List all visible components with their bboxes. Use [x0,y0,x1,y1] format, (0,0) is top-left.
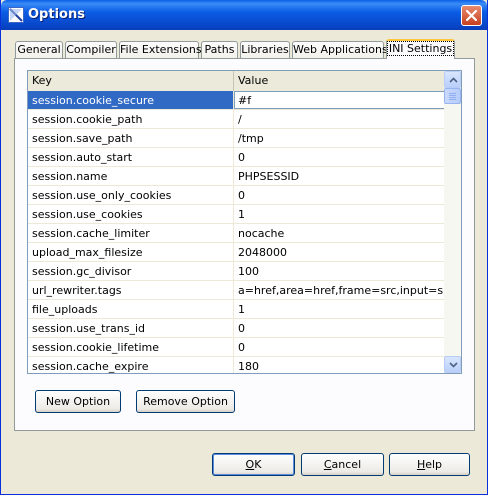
setting-key-cell[interactable]: session.name [28,167,234,185]
scroll-up-button[interactable] [444,71,461,88]
setting-value-cell[interactable]: 0 [234,148,445,166]
table-row[interactable]: session.cookie_lifetime 0 [28,338,445,357]
setting-key-cell[interactable]: session.cache_expire [28,357,234,373]
setting-value-cell[interactable]: 1 [234,300,445,318]
table-row[interactable]: session.cache_expire 180 [28,357,445,373]
scroll-thumb[interactable] [444,88,461,104]
table-header: Key Value [28,71,445,92]
table-row[interactable]: session.use_trans_id 0 [28,319,445,338]
help-button[interactable]: Help [389,453,470,476]
setting-key-cell[interactable]: session.use_trans_id [28,319,234,337]
tab-compiler[interactable]: Compiler [65,41,117,58]
setting-key-cell[interactable]: session.cache_limiter [28,224,234,242]
tab-file-extensions[interactable]: File Extensions [119,41,202,58]
tab-label: Web Applications [293,43,388,56]
setting-key-cell[interactable]: file_uploads [28,300,234,318]
setting-key-cell[interactable]: session.use_cookies [28,205,234,223]
tab-label: Libraries [241,43,289,56]
setting-value-cell[interactable]: nocache [234,224,445,242]
table-row[interactable]: file_uploads 1 [28,300,445,319]
new-option-button[interactable]: New Option [35,390,121,413]
table-body: session.cookie_secure #f session.cookie_pa… [28,91,445,373]
setting-value-cell[interactable]: 2048000 [234,243,445,261]
table-row[interactable]: session.name PHPSESSID [28,167,445,186]
window-title: Options [28,7,85,22]
options-dialog: Options General Compiler File Extensions… [0,0,488,495]
ok-button[interactable]: OK [212,453,295,476]
table-row[interactable]: session.cookie_secure #f [28,91,445,110]
tab-web-applications[interactable]: Web Applications [292,41,388,58]
tab-label: INI Settings [386,41,455,56]
setting-key-cell[interactable]: session.auto_start [28,148,234,166]
setting-value-cell[interactable]: a=href,area=href,frame=src,input=src,for… [234,281,445,299]
title-bar[interactable]: Options [1,0,487,30]
setting-key-cell[interactable]: session.cookie_lifetime [28,338,234,356]
tab-label: File Extensions [120,43,202,56]
close-button[interactable] [461,5,482,26]
table-row[interactable]: session.use_cookies 1 [28,205,445,224]
setting-value-cell[interactable]: /tmp [234,129,445,147]
setting-key-cell[interactable]: upload_max_filesize [28,243,234,261]
setting-value-cell[interactable]: / [234,110,445,128]
setting-value-cell[interactable]: PHPSESSID [234,167,445,185]
tab-label: General [17,43,61,56]
cancel-label: ancel [331,458,362,471]
setting-key-cell[interactable]: session.use_only_cookies [28,186,234,204]
scroll-down-button[interactable] [444,356,461,373]
setting-key-cell[interactable]: session.gc_divisor [28,262,234,280]
tab-ini-settings[interactable]: INI Settings [386,39,455,59]
setting-value-cell[interactable]: 0 [234,338,445,356]
column-header-key[interactable]: Key [28,71,234,91]
setting-value-cell[interactable]: #f [234,91,445,109]
table-row[interactable]: session.cookie_path / [28,110,445,129]
vertical-scrollbar[interactable] [444,71,461,373]
chevron-down-icon [449,362,458,368]
setting-key-cell[interactable]: session.save_path [28,129,234,147]
remove-option-button[interactable]: Remove Option [136,390,235,413]
tab-general[interactable]: General [15,41,63,58]
table-row[interactable]: url_rewriter.tags a=href,area=href,frame=… [28,281,445,300]
setting-value-cell[interactable]: 100 [234,262,445,280]
close-icon [466,10,477,21]
table-row[interactable]: session.cache_limiter nocache [28,224,445,243]
tab-libraries[interactable]: Libraries [240,41,290,58]
table-row[interactable]: session.use_only_cookies 0 [28,186,445,205]
setting-key-cell[interactable]: session.cookie_path [28,110,234,128]
table-row[interactable]: session.gc_divisor 100 [28,262,445,281]
app-icon [8,7,24,23]
ok-mnemonic: O [245,458,255,471]
column-header-value[interactable]: Value [234,71,445,91]
tab-paths[interactable]: Paths [201,41,238,58]
table-row[interactable]: session.auto_start 0 [28,148,445,167]
help-label: elp [425,458,443,471]
cancel-button[interactable]: Cancel [301,453,384,476]
setting-value-cell[interactable]: 180 [234,357,445,373]
ini-settings-table: Key Value session.cookie_secure #f session… [27,70,462,374]
setting-value-cell[interactable]: 1 [234,205,445,223]
table-row[interactable]: session.save_path/tmp [28,129,445,148]
cancel-mnemonic: C [323,458,332,471]
ok-label: K [254,458,262,471]
help-mnemonic: H [416,458,426,471]
setting-value-cell[interactable]: 0 [234,319,445,337]
tab-label: Compiler [66,43,116,56]
chevron-up-icon [449,77,458,83]
ini-settings-panel: Key Value session.cookie_secure #f session… [14,58,475,431]
table-row[interactable]: upload_max_filesize 2048000 [28,243,445,262]
setting-value-cell[interactable]: 0 [234,186,445,204]
tab-label: Paths [204,43,235,56]
setting-key-cell[interactable]: session.cookie_secure [28,91,234,109]
setting-key-cell[interactable]: url_rewriter.tags [28,281,234,299]
